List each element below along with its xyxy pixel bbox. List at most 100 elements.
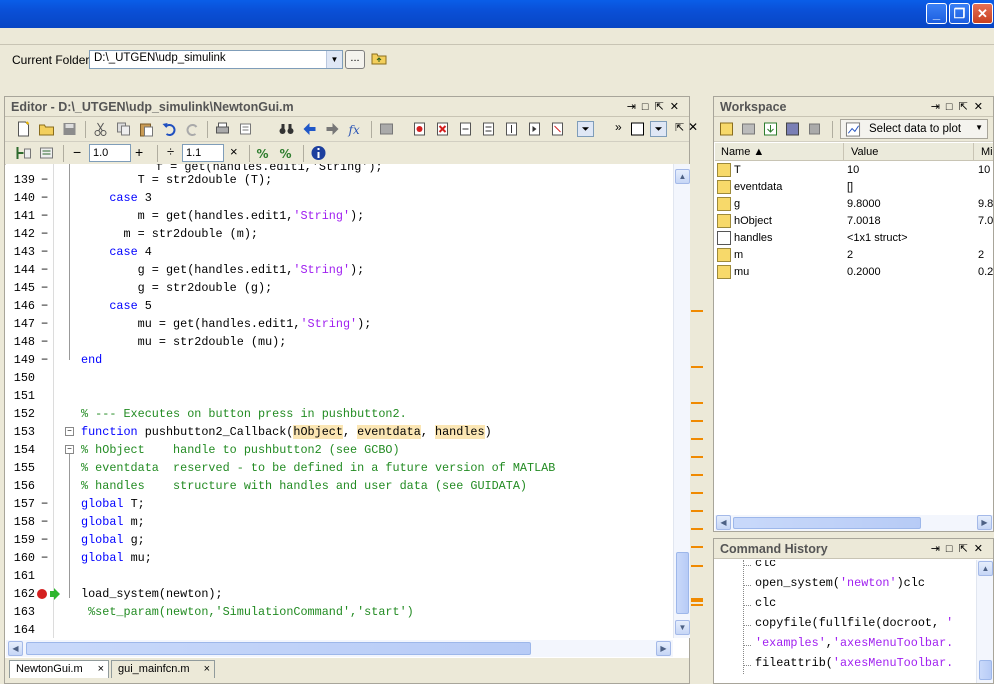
analyzer-warning-marker[interactable] (691, 474, 703, 476)
line-number[interactable]: 148 (6, 335, 35, 349)
line-number[interactable]: 150 (6, 371, 35, 385)
history-entry[interactable]: clc (743, 596, 776, 616)
undo-icon[interactable] (161, 121, 178, 137)
scroll-right-arrow-icon[interactable]: ▶ (977, 515, 992, 530)
paste-icon[interactable] (138, 121, 155, 137)
breakpoint-icon[interactable] (36, 587, 60, 601)
function-icon[interactable]: fx (347, 121, 364, 137)
find-binoculars-icon[interactable] (278, 121, 295, 137)
breakpoint-dash[interactable]: − (41, 317, 48, 331)
line-number[interactable]: 153 (6, 425, 35, 439)
breakpoint-dash[interactable]: − (41, 173, 48, 187)
analyzer-warning-marker[interactable] (691, 600, 703, 602)
line-number[interactable]: 140 (6, 191, 35, 205)
stack-icon[interactable] (378, 121, 395, 137)
breakpoint-dash[interactable]: − (41, 245, 48, 259)
step-in-icon[interactable] (480, 121, 497, 137)
set-breakpoint-icon[interactable] (411, 121, 428, 137)
history-scroll-thumb[interactable] (979, 660, 992, 680)
breakpoint-dash[interactable]: − (41, 281, 48, 295)
chevron-down-icon[interactable]: ▼ (326, 51, 342, 68)
line-number[interactable]: 155 (6, 461, 35, 475)
line-number[interactable]: 142 (6, 227, 35, 241)
command-history-list[interactable]: clc open_system('newton')clc clc copyfile(f… (715, 560, 975, 674)
line-number[interactable]: 157 (6, 497, 35, 511)
analyzer-warning-marker[interactable] (691, 366, 703, 368)
analyzer-warning-marker[interactable] (691, 604, 703, 606)
breakpoint-dash[interactable]: − (41, 497, 48, 511)
page-setup-icon[interactable] (237, 121, 254, 137)
analyzer-warning-marker[interactable] (691, 510, 703, 512)
breakpoint-dash[interactable]: − (41, 335, 48, 349)
analyzer-warning-marker[interactable] (691, 438, 703, 440)
workspace-dock-controls[interactable]: ⇥□⇱✕ (931, 100, 989, 113)
select-data-to-plot-dropdown[interactable]: Select data to plot ▼ (840, 119, 988, 139)
workspace-horizontal-scrollbar[interactable]: ◀ ▶ (715, 515, 993, 531)
import-data-icon[interactable] (762, 121, 779, 137)
tab-gui-mainfcn[interactable]: gui_mainfcn.m × (111, 660, 215, 678)
workspace-row[interactable]: hObject 7.0018 7.0 (715, 213, 993, 230)
history-entry[interactable]: fileattrib('axesMenuToolbar. (743, 656, 953, 674)
continue-icon[interactable] (526, 121, 543, 137)
line-number[interactable]: 143 (6, 245, 35, 259)
column-header-value[interactable]: Value (851, 146, 878, 158)
layout-dropdown-icon[interactable] (650, 121, 667, 137)
tab-newtongui[interactable]: NewtonGui.m × (9, 660, 109, 678)
cut-icon[interactable] (92, 121, 109, 137)
code-editor[interactable]: f = get(handles.edit1,'String'); 139− T … (6, 164, 679, 638)
line-number[interactable]: 139 (6, 173, 35, 187)
editor-dock-controls[interactable]: ⇥□⇱✕ (627, 100, 685, 113)
exit-debug-icon[interactable] (549, 121, 566, 137)
line-number[interactable]: 162 (6, 587, 35, 601)
line-number[interactable]: 144 (6, 263, 35, 277)
line-number[interactable]: 164 (6, 623, 35, 637)
history-entry[interactable]: clc (743, 560, 776, 576)
overflow-chevron-icon[interactable]: » (615, 120, 622, 134)
parent-folder-icon[interactable] (371, 51, 387, 65)
percent-remove-icon[interactable]: % (279, 145, 296, 161)
copy-icon[interactable] (115, 121, 132, 137)
forward-arrow-icon[interactable] (324, 121, 341, 137)
line-number[interactable]: 141 (6, 209, 35, 223)
workspace-row[interactable]: m 2 2 (715, 247, 991, 264)
multiply-button[interactable]: × (230, 144, 238, 159)
undock-icon[interactable]: ⇱ (675, 121, 684, 134)
editor-horizontal-scrollbar[interactable]: ◀ ▶ (6, 640, 673, 657)
back-arrow-icon[interactable] (301, 121, 318, 137)
decrement-button[interactable]: − (73, 144, 81, 160)
save-workspace-icon[interactable] (784, 121, 801, 137)
scroll-left-arrow-icon[interactable]: ◀ (716, 515, 731, 530)
fold-toggle-icon[interactable]: − (65, 445, 74, 454)
breakpoint-dash[interactable]: − (41, 551, 48, 565)
info-icon[interactable] (310, 145, 327, 161)
line-number[interactable]: 145 (6, 281, 35, 295)
current-folder-select[interactable]: D:\_UTGEN\udp_simulink ▼ (89, 50, 343, 69)
minimize-button[interactable]: _ (926, 3, 947, 24)
breakpoint-dash[interactable]: − (41, 353, 48, 367)
print-icon[interactable] (214, 121, 231, 137)
line-number[interactable]: 163 (6, 605, 35, 619)
breakpoint-dash[interactable]: − (41, 263, 48, 277)
column-header-min[interactable]: Mi (981, 146, 993, 158)
new-file-icon[interactable] (15, 121, 32, 137)
editor-hscroll-thumb[interactable] (26, 642, 531, 655)
save-icon[interactable] (61, 121, 78, 137)
line-number[interactable]: 152 (6, 407, 35, 421)
close-toolbar-icon[interactable]: ✕ (688, 120, 698, 134)
analyzer-warning-marker[interactable] (691, 528, 703, 530)
scroll-right-arrow-icon[interactable]: ▶ (656, 641, 671, 656)
line-number[interactable]: 151 (6, 389, 35, 403)
line-number[interactable]: 147 (6, 317, 35, 331)
breakpoint-dash[interactable]: − (41, 209, 48, 223)
workspace-row[interactable]: mu 0.2000 0.2 (715, 264, 993, 281)
scroll-down-arrow-icon[interactable]: ▼ (675, 620, 690, 635)
increment-button[interactable]: + (135, 144, 143, 160)
editor-scroll-thumb[interactable] (676, 552, 689, 614)
workspace-row[interactable]: handles <1x1 struct> (715, 230, 991, 247)
cell-spacing-input[interactable] (89, 144, 131, 162)
breakpoint-dash[interactable]: − (41, 227, 48, 241)
open-variable-icon[interactable] (740, 121, 757, 137)
analyzer-warning-marker[interactable] (691, 456, 703, 458)
close-tab-icon[interactable]: × (204, 663, 210, 675)
browse-folder-button[interactable]: ... (345, 50, 365, 69)
